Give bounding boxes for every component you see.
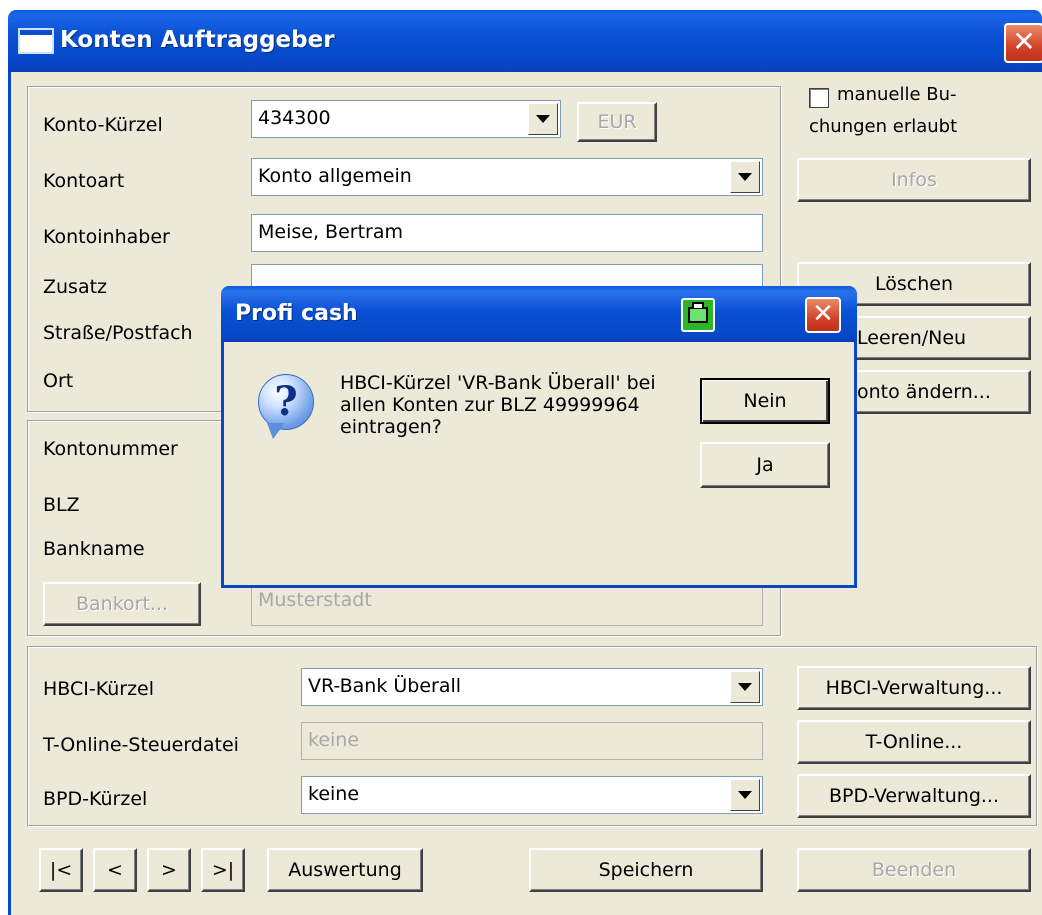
konto-kuerzel-combo[interactable]: 434300 [251, 100, 561, 138]
bankort-input[interactable]: Musterstadt [251, 582, 763, 626]
manual-booking-label-1: manuelle Bu- [837, 84, 957, 105]
printer-icon[interactable] [681, 298, 715, 332]
strasse-label: Straße/Postfach [43, 322, 193, 344]
bankname-label: Bankname [43, 538, 145, 560]
kontoart-value: Konto allgemein [258, 165, 412, 187]
currency-button[interactable]: EUR [577, 102, 657, 142]
tonline-button[interactable]: T-Online... [797, 720, 1031, 764]
bankort-button[interactable]: Bankort... [43, 582, 201, 626]
window-titlebar[interactable]: Konten Auftraggeber ✕ [8, 10, 1042, 72]
bpd-kuerzel-value: keine [308, 783, 360, 805]
hbci-kuerzel-label: HBCI-Kürzel [43, 678, 155, 700]
dialog-titlebar[interactable]: Profi cash ✕ [221, 286, 857, 342]
dialog-title: Profi cash [235, 301, 358, 326]
ort-label: Ort [43, 370, 74, 392]
nein-button[interactable]: Nein [700, 378, 830, 424]
kontoinhaber-input[interactable]: Meise, Bertram [251, 214, 763, 252]
profi-cash-dialog: Profi cash ✕ ? HBCI-Kürzel 'VR-Bank Über… [221, 286, 857, 588]
tonline-label: T-Online-Steuerdatei [43, 734, 239, 756]
konto-kuerzel-label: Konto-Kürzel [43, 114, 163, 136]
question-icon: ? [258, 374, 314, 439]
blz-label: BLZ [43, 494, 80, 516]
kontoinhaber-label: Kontoinhaber [43, 226, 170, 248]
hbci-verwaltung-button[interactable]: HBCI-Verwaltung... [797, 666, 1031, 710]
kontoart-label: Kontoart [43, 170, 125, 192]
dialog-message: HBCI-Kürzel 'VR-Bank Überall' bei allen … [340, 372, 656, 438]
ja-button[interactable]: Ja [700, 442, 830, 488]
tonline-input[interactable]: keine [301, 722, 763, 760]
hbci-kuerzel-combo[interactable]: VR-Bank Überall [301, 668, 763, 706]
kontonummer-label: Kontonummer [43, 438, 178, 460]
manual-booking-label-2: chungen erlaubt [809, 116, 958, 137]
close-icon[interactable]: ✕ [805, 297, 841, 333]
window-icon [18, 28, 54, 54]
beenden-button[interactable]: Beenden [797, 848, 1031, 892]
zusatz-label: Zusatz [43, 276, 108, 298]
chevron-down-icon[interactable] [730, 161, 760, 193]
chevron-down-icon[interactable] [528, 103, 558, 135]
chevron-down-icon[interactable] [730, 779, 760, 811]
infos-button[interactable]: Infos [797, 158, 1031, 202]
close-icon[interactable]: ✕ [1004, 23, 1042, 63]
window-title: Konten Auftraggeber [60, 27, 335, 53]
kontoart-combo[interactable]: Konto allgemein [251, 158, 763, 196]
chevron-down-icon[interactable] [730, 671, 760, 703]
auswertung-button[interactable]: Auswertung [267, 848, 423, 892]
hbci-kuerzel-value: VR-Bank Überall [308, 675, 462, 697]
first-record-button[interactable]: |< [39, 848, 83, 892]
prev-record-button[interactable]: < [93, 848, 137, 892]
konto-kuerzel-value: 434300 [258, 107, 331, 129]
last-record-button[interactable]: >| [201, 848, 245, 892]
speichern-button[interactable]: Speichern [529, 848, 763, 892]
manual-booking-checkbox[interactable] [809, 88, 829, 108]
bpd-kuerzel-label: BPD-Kürzel [43, 788, 148, 810]
next-record-button[interactable]: > [147, 848, 191, 892]
bpd-verwaltung-button[interactable]: BPD-Verwaltung... [797, 774, 1031, 818]
dialog-body: ? HBCI-Kürzel 'VR-Bank Überall' bei alle… [221, 342, 857, 588]
bpd-kuerzel-combo[interactable]: keine [301, 776, 763, 814]
